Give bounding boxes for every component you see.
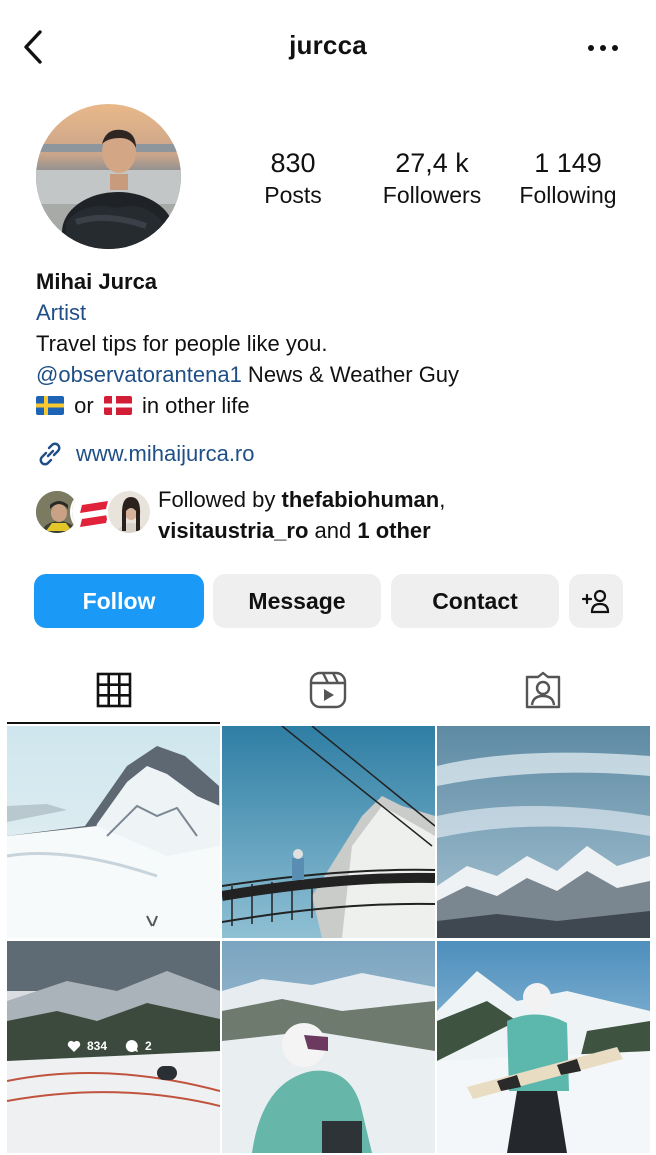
posts-grid: 834 2 (7, 726, 651, 1155)
stat-value: 830 (270, 148, 316, 178)
bio-line: Travel tips for people like you. (36, 331, 328, 356)
more-horizontal-icon[interactable] (586, 36, 620, 60)
active-tab-indicator (7, 722, 220, 724)
profile-name: Mihai Jurca (36, 269, 158, 294)
post-stats-overlay: 834 2 (67, 1039, 152, 1053)
profile-tabs (0, 656, 656, 724)
contact-button[interactable]: Contact (391, 574, 559, 628)
denmark-flag-icon (103, 396, 132, 415)
avatar[interactable] (36, 104, 181, 249)
reels-icon (309, 671, 347, 709)
stat-label: Followers (382, 182, 482, 208)
post-thumbnail[interactable]: 834 2 (7, 941, 220, 1153)
stat-value: 1 149 (534, 148, 602, 178)
followed-user[interactable]: thefabiohuman (282, 487, 440, 512)
followed-by-text: Followed by thefabiohuman, visitaustria_… (158, 484, 638, 546)
profile-category: Artist (36, 300, 87, 325)
comments-count: 2 (145, 1039, 152, 1053)
followers-count[interactable]: 27,4 k Followers (376, 146, 488, 210)
bio-line: @observatorantena1 News & Weather Guy (36, 359, 636, 390)
followed-others[interactable]: 1 other (357, 518, 430, 543)
website-url[interactable]: www.mihaijurca.ro (76, 441, 255, 467)
bio-text: or (74, 393, 94, 418)
bio-mention-link[interactable]: @observatorantena1 (36, 362, 242, 387)
following-count[interactable]: 1 149 Following (512, 146, 624, 210)
likes-count: 834 (87, 1039, 108, 1053)
followed-user[interactable]: visitaustria_ro (158, 518, 308, 543)
tagged-person-icon (525, 671, 561, 709)
comment-icon (125, 1039, 139, 1052)
sweden-flag-icon (36, 396, 64, 415)
heart-icon (67, 1040, 81, 1052)
bio-section: Mihai Jurca Artist Travel tips for peopl… (36, 266, 636, 421)
link-icon (39, 442, 61, 466)
tab-grid[interactable] (7, 656, 221, 724)
stat-value: 27,4 k (395, 148, 469, 178)
add-person-button[interactable] (569, 574, 623, 628)
add-person-icon (582, 589, 610, 614)
stat-label: Posts (264, 182, 322, 208)
tab-tagged[interactable] (436, 656, 650, 724)
post-thumbnail[interactable] (437, 941, 650, 1153)
post-thumbnail[interactable] (7, 726, 220, 938)
avatar (106, 489, 152, 535)
tab-reels[interactable] (221, 656, 435, 724)
posts-count[interactable]: 830 Posts (240, 146, 346, 210)
followed-and: and (308, 518, 358, 543)
followed-sep: , (439, 487, 446, 512)
followed-prefix: Followed by (158, 487, 282, 512)
top-bar: jurcca (0, 0, 656, 96)
bio-text: in other life (141, 393, 250, 418)
follow-button[interactable]: Follow (34, 574, 204, 628)
bio-line: or in other life (36, 390, 636, 421)
grid-icon (96, 672, 132, 708)
profile-username[interactable]: jurcca (0, 30, 656, 61)
message-button[interactable]: Message (213, 574, 381, 628)
post-thumbnail[interactable] (437, 726, 650, 938)
post-thumbnail[interactable] (222, 726, 435, 938)
stat-label: Following (519, 182, 617, 208)
bio-text: News & Weather Guy (241, 362, 460, 387)
website-link[interactable]: www.mihaijurca.ro (36, 438, 255, 470)
post-thumbnail[interactable] (222, 941, 435, 1153)
